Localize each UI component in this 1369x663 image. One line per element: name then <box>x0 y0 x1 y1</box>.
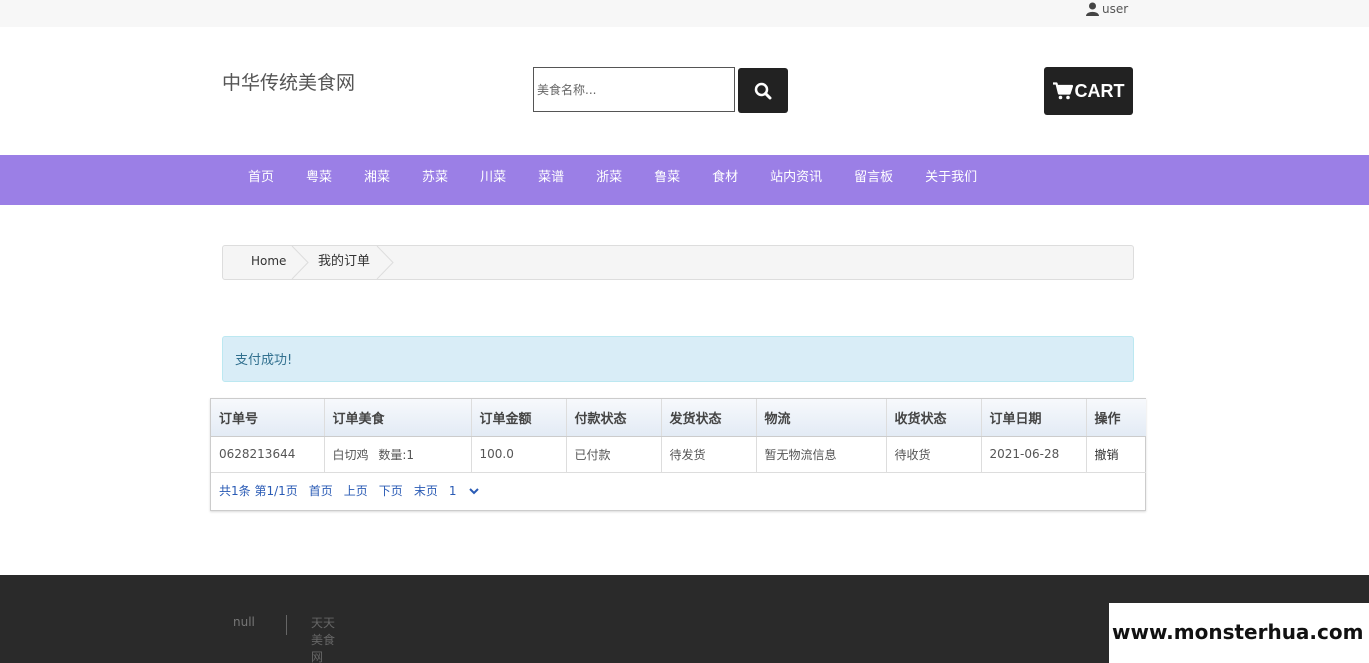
chevron-down-icon <box>469 487 480 494</box>
nav-item-news[interactable]: 站内资讯 <box>754 155 838 205</box>
user-label: user <box>1102 2 1129 16</box>
nav-item-chuan[interactable]: 川菜 <box>464 155 522 205</box>
table-row: 0628213644 白切鸡 数量:1 100.0 已付款 待发货 暂无物流信息… <box>211 436 1146 473</box>
breadcrumb-separator <box>291 246 309 279</box>
order-amount: 100.0 <box>471 436 567 473</box>
table-header-row: 订单号 订单美食 订单金额 付款状态 发货状态 物流 收货状态 订单日期 操作 <box>211 399 1146 437</box>
logistics: 暂无物流信息 <box>756 436 887 473</box>
user-link[interactable]: user <box>1086 2 1128 16</box>
footer-site-name: 天天美食网 <box>311 616 336 663</box>
cart-button[interactable]: CART <box>1044 67 1133 115</box>
breadcrumb: Home 我的订单 <box>222 245 1134 280</box>
qty-label: 数量: <box>378 447 407 462</box>
nav-item-lu[interactable]: 鲁菜 <box>638 155 696 205</box>
main-nav: 首页 粤菜 湘菜 苏菜 川菜 菜谱 浙菜 鲁菜 食材 站内资讯 留言板 关于我们 <box>0 155 1369 205</box>
first-page-link[interactable]: 首页 <box>309 482 333 499</box>
top-bar: user <box>0 0 1369 27</box>
breadcrumb-separator <box>376 246 394 279</box>
site-title[interactable]: 中华传统美食网 <box>222 68 355 95</box>
search-icon <box>754 82 772 99</box>
col-order-no: 订单号 <box>211 399 325 437</box>
pagination-info: 共1条 第1/1页 <box>219 484 298 498</box>
col-logistics: 物流 <box>756 399 887 437</box>
watermark: www.monsterhua.com <box>1109 603 1369 663</box>
col-pay-status: 付款状态 <box>566 399 662 437</box>
prev-page-link[interactable]: 上页 <box>344 482 368 499</box>
order-panel: 订单号 订单美食 订单金额 付款状态 发货状态 物流 收货状态 订单日期 操作 … <box>210 398 1146 511</box>
user-icon <box>1086 2 1099 16</box>
nav-item-su[interactable]: 苏菜 <box>406 155 464 205</box>
nav-item-yue[interactable]: 粤菜 <box>290 155 348 205</box>
col-action: 操作 <box>1086 399 1146 437</box>
order-date: 2021-06-28 <box>981 436 1087 473</box>
breadcrumb-current: 我的订单 <box>318 254 371 269</box>
cart-icon <box>1052 82 1073 100</box>
col-ship-status: 发货状态 <box>661 399 757 437</box>
cancel-order-link[interactable]: 撤销 <box>1086 436 1146 473</box>
nav-item-ingredients[interactable]: 食材 <box>696 155 754 205</box>
col-date: 订单日期 <box>981 399 1087 437</box>
nav-item-home[interactable]: 首页 <box>232 155 290 205</box>
receive-status: 待收货 <box>886 436 982 473</box>
search-input[interactable] <box>533 67 735 112</box>
nav-item-about[interactable]: 关于我们 <box>909 155 993 205</box>
search-button[interactable] <box>738 68 788 113</box>
last-page-link[interactable]: 末页 <box>414 482 438 499</box>
page-select[interactable]: 1 <box>449 482 480 499</box>
ship-status: 待发货 <box>661 436 757 473</box>
breadcrumb-home[interactable]: Home <box>251 246 286 279</box>
page-select-value: 1 <box>448 483 457 498</box>
food-name: 白切鸡 <box>332 447 369 462</box>
nav-item-guestbook[interactable]: 留言板 <box>838 155 909 205</box>
success-alert: 支付成功! <box>222 336 1134 382</box>
qty-value: 1 <box>406 447 415 462</box>
nav-item-xiang[interactable]: 湘菜 <box>348 155 406 205</box>
pay-status: 已付款 <box>566 436 662 473</box>
next-page-link[interactable]: 下页 <box>379 482 403 499</box>
nav-item-zhe[interactable]: 浙菜 <box>580 155 638 205</box>
footer-left-text: null <box>233 615 255 629</box>
col-receive-status: 收货状态 <box>886 399 982 437</box>
pagination: 共1条 第1/1页 首页 上页 下页 末页 1 <box>219 482 490 499</box>
col-amount: 订单金额 <box>471 399 567 437</box>
order-food: 白切鸡 数量:1 <box>324 436 472 473</box>
nav-item-recipes[interactable]: 菜谱 <box>522 155 580 205</box>
cart-label: CART <box>1074 80 1125 101</box>
orders-table: 订单号 订单美食 订单金额 付款状态 发货状态 物流 收货状态 订单日期 操作 … <box>211 399 1146 473</box>
footer-divider <box>286 615 287 635</box>
col-food: 订单美食 <box>324 399 472 437</box>
order-no: 0628213644 <box>211 436 325 473</box>
